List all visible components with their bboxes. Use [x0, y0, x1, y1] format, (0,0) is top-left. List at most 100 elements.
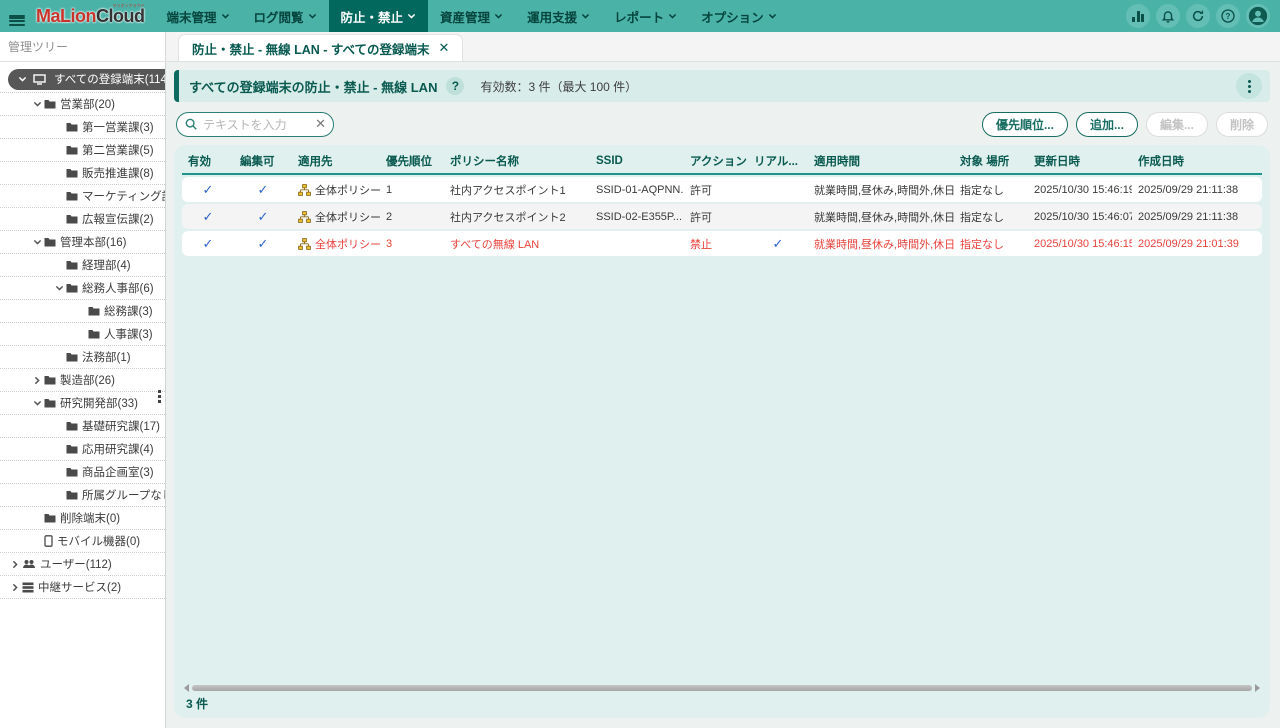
column-header[interactable]: 適用先: [292, 153, 380, 169]
check-icon: ✓: [773, 236, 784, 251]
search-box: ✕: [176, 112, 334, 137]
chevron-right-icon[interactable]: [30, 376, 44, 385]
column-header[interactable]: 優先順位: [380, 153, 444, 169]
folder-deleted-icon: [44, 513, 56, 523]
cell-place: 指定なし: [954, 236, 1028, 252]
column-header[interactable]: SSID: [590, 155, 684, 167]
clear-search-icon[interactable]: ✕: [315, 116, 326, 132]
nav-item-4[interactable]: 運用支援: [515, 0, 602, 32]
tree-item[interactable]: 研究開発部(33): [0, 392, 165, 415]
table-row[interactable]: ✓✓全体ポリシー3すべての無線 LAN禁止✓就業時間,昼休み,時間外,休日指定な…: [182, 231, 1262, 256]
tree-item[interactable]: ユーザー(112): [0, 553, 165, 576]
nav-item-5[interactable]: レポート: [602, 0, 689, 32]
tree-item[interactable]: 第一営業課(3): [0, 116, 165, 139]
column-header[interactable]: 有効: [182, 153, 234, 169]
folder-icon: [66, 283, 78, 293]
tree-item[interactable]: 経理部(4): [0, 254, 165, 277]
bell-icon[interactable]: [1156, 4, 1180, 28]
tree-item-label: ユーザー(112): [40, 556, 112, 572]
column-header[interactable]: 編集可: [234, 153, 292, 169]
help-badge-icon[interactable]: ?: [446, 77, 464, 95]
scroll-right-icon[interactable]: [1255, 684, 1260, 692]
column-header[interactable]: 対象 場所: [954, 153, 1028, 169]
folder-icon: [44, 99, 56, 109]
chevron-down-icon[interactable]: [30, 399, 44, 408]
help-icon[interactable]: ?: [1216, 4, 1240, 28]
cell-created: 2025/09/29 21:01:39: [1132, 238, 1262, 250]
tree-item[interactable]: 基礎研究課(17): [0, 415, 165, 438]
tree-item[interactable]: 営業部(20): [0, 93, 165, 116]
nav-item-2[interactable]: 防止・禁止: [329, 0, 429, 32]
toolbar-button-1[interactable]: 追加...: [1076, 112, 1138, 137]
tree-item-label: 基礎研究課(17): [82, 418, 160, 434]
column-header[interactable]: アクション: [684, 153, 748, 169]
menu-icon[interactable]: [0, 0, 34, 32]
tree-item-selected-pill[interactable]: すべての登録端末(114): [8, 69, 166, 90]
chevron-down-icon[interactable]: [30, 100, 44, 109]
tab-wireless-lan[interactable]: 防止・禁止 - 無線 LAN - すべての登録端末 ✕: [178, 34, 463, 61]
nav-item-1[interactable]: ログ閲覧: [242, 0, 329, 32]
toolbar: ✕ 優先順位... 追加... 編集... 削除: [176, 112, 1268, 137]
tree-item[interactable]: モバイル機器(0): [0, 530, 165, 553]
device-tree: すべての登録端末(114) 営業部(20)第一営業課(3)第二営業課(5)販売推進…: [0, 62, 165, 599]
column-header[interactable]: ポリシー名称: [444, 153, 590, 169]
stats-icon[interactable]: [1126, 4, 1150, 28]
folder-icon: [66, 467, 78, 477]
nav-item-6[interactable]: オプション: [689, 0, 789, 32]
enabled-count: 有効数：3 件（最大 100 件）: [480, 78, 637, 95]
chevron-down-icon[interactable]: [15, 75, 29, 84]
tree-item[interactable]: 製造部(26): [0, 369, 165, 392]
column-header[interactable]: 更新日時: [1028, 153, 1132, 169]
tree-item[interactable]: マーケティング課(2): [0, 185, 165, 208]
tree-item[interactable]: 管理本部(16): [0, 231, 165, 254]
nav-item-0[interactable]: 端末管理: [155, 0, 242, 32]
tab-bar: 防止・禁止 - 無線 LAN - すべての登録端末 ✕: [166, 32, 1280, 61]
monitor-icon: [33, 74, 46, 85]
tree-item[interactable]: 削除端末(0): [0, 507, 165, 530]
chevron-right-icon[interactable]: [8, 560, 22, 569]
account-icon[interactable]: [1246, 4, 1270, 28]
table-row[interactable]: ✓✓全体ポリシー2社内アクセスポイント2SSID-02-E355P...許可就業…: [182, 204, 1262, 229]
tree-item[interactable]: 法務部(1): [0, 346, 165, 369]
table-row[interactable]: ✓✓全体ポリシー1社内アクセスポイント1SSID-01-AQPNN...許可就業…: [182, 177, 1262, 202]
chevron-down-icon[interactable]: [52, 284, 66, 293]
tree-item[interactable]: 販売推進課(8): [0, 162, 165, 185]
tree-item[interactable]: 応用研究課(4): [0, 438, 165, 461]
search-input[interactable]: [176, 112, 334, 137]
chevron-right-icon[interactable]: [8, 583, 22, 592]
tree-item[interactable]: 総務人事部(6): [0, 277, 165, 300]
tree-item[interactable]: すべての登録端末(114): [0, 66, 165, 93]
toolbar-button-2[interactable]: 編集...: [1146, 112, 1208, 137]
cell-text: 全体ポリシー: [315, 209, 380, 225]
cell-editable: ✓: [234, 209, 292, 225]
chevron-down-icon[interactable]: [30, 238, 44, 247]
toolbar-button-0[interactable]: 優先順位...: [982, 112, 1068, 137]
tree-item[interactable]: 総務課(3): [0, 300, 165, 323]
folder-icon: [66, 191, 78, 201]
refresh-icon[interactable]: [1186, 4, 1210, 28]
column-header[interactable]: リアル...: [748, 153, 808, 169]
cell-enabled: ✓: [182, 182, 234, 198]
folder-icon: [44, 375, 56, 385]
tree-item[interactable]: 商品企画室(3): [0, 461, 165, 484]
tree-item-label: 総務課(3): [104, 303, 153, 319]
nav-item-3[interactable]: 資産管理: [428, 0, 515, 32]
cell-place: 指定なし: [954, 209, 1028, 225]
scrollbar-thumb[interactable]: [192, 685, 1252, 691]
tree-item[interactable]: 第二営業課(5): [0, 139, 165, 162]
cell-created: 2025/09/29 21:11:38: [1132, 211, 1262, 223]
main-nav: 端末管理ログ閲覧防止・禁止資産管理運用支援レポートオプション: [155, 0, 789, 32]
close-icon[interactable]: ✕: [439, 40, 450, 56]
folder-icon: [66, 352, 78, 362]
column-header[interactable]: 作成日時: [1132, 153, 1262, 169]
tree-item[interactable]: 人事課(3): [0, 323, 165, 346]
tree-item[interactable]: 所属グループなし(19): [0, 484, 165, 507]
tree-item[interactable]: 広報宣伝課(2): [0, 208, 165, 231]
column-header[interactable]: 適用時間: [808, 153, 954, 169]
scroll-left-icon[interactable]: [184, 684, 189, 692]
kebab-menu-icon[interactable]: [1236, 73, 1262, 99]
server-icon: [22, 582, 34, 593]
toolbar-button-3[interactable]: 削除: [1216, 112, 1268, 137]
sidebar-resize-handle[interactable]: [158, 388, 164, 405]
tree-item[interactable]: 中継サービス(2): [0, 576, 165, 599]
